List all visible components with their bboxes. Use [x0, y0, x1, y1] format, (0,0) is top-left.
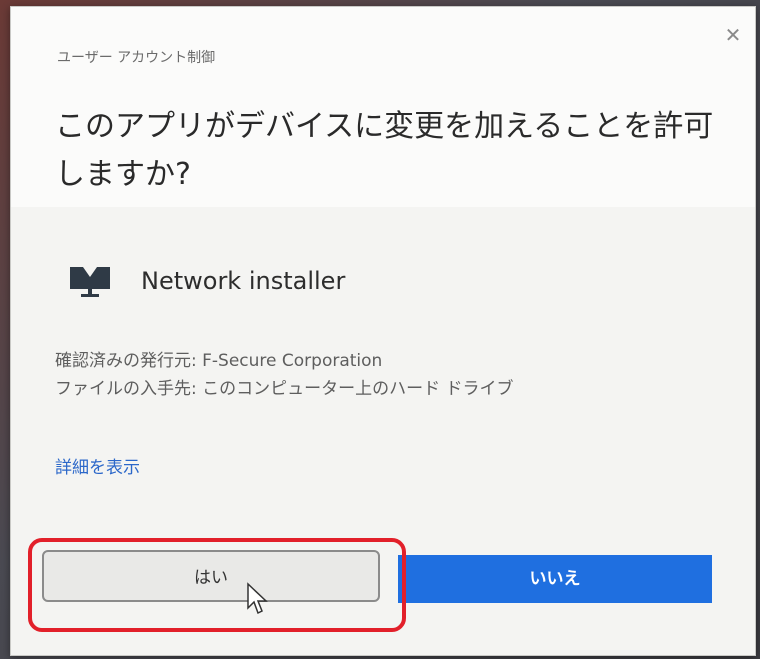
dialog-subtitle: ユーザー アカウント制御 — [57, 50, 216, 66]
show-details-link[interactable]: 詳細を表示 — [55, 453, 140, 478]
no-button[interactable]: いいえ — [398, 555, 712, 603]
dialog-question: このアプリがデバイスに変更を加えることを許可しますか? — [55, 109, 714, 192]
app-name: Network installer — [141, 267, 346, 295]
app-row: Network installer — [69, 261, 345, 301]
publisher-line: 確認済みの発行元: F-Secure Corporation — [55, 351, 383, 371]
close-icon[interactable]: ✕ — [721, 23, 745, 47]
publisher-info: 確認済みの発行元: F-Secure Corporation ファイルの入手先:… — [55, 347, 514, 403]
network-installer-icon — [70, 267, 110, 297]
origin-line: ファイルの入手先: このコンピューター上のハード ドライブ — [55, 379, 514, 399]
highlight-annotation — [28, 538, 406, 632]
